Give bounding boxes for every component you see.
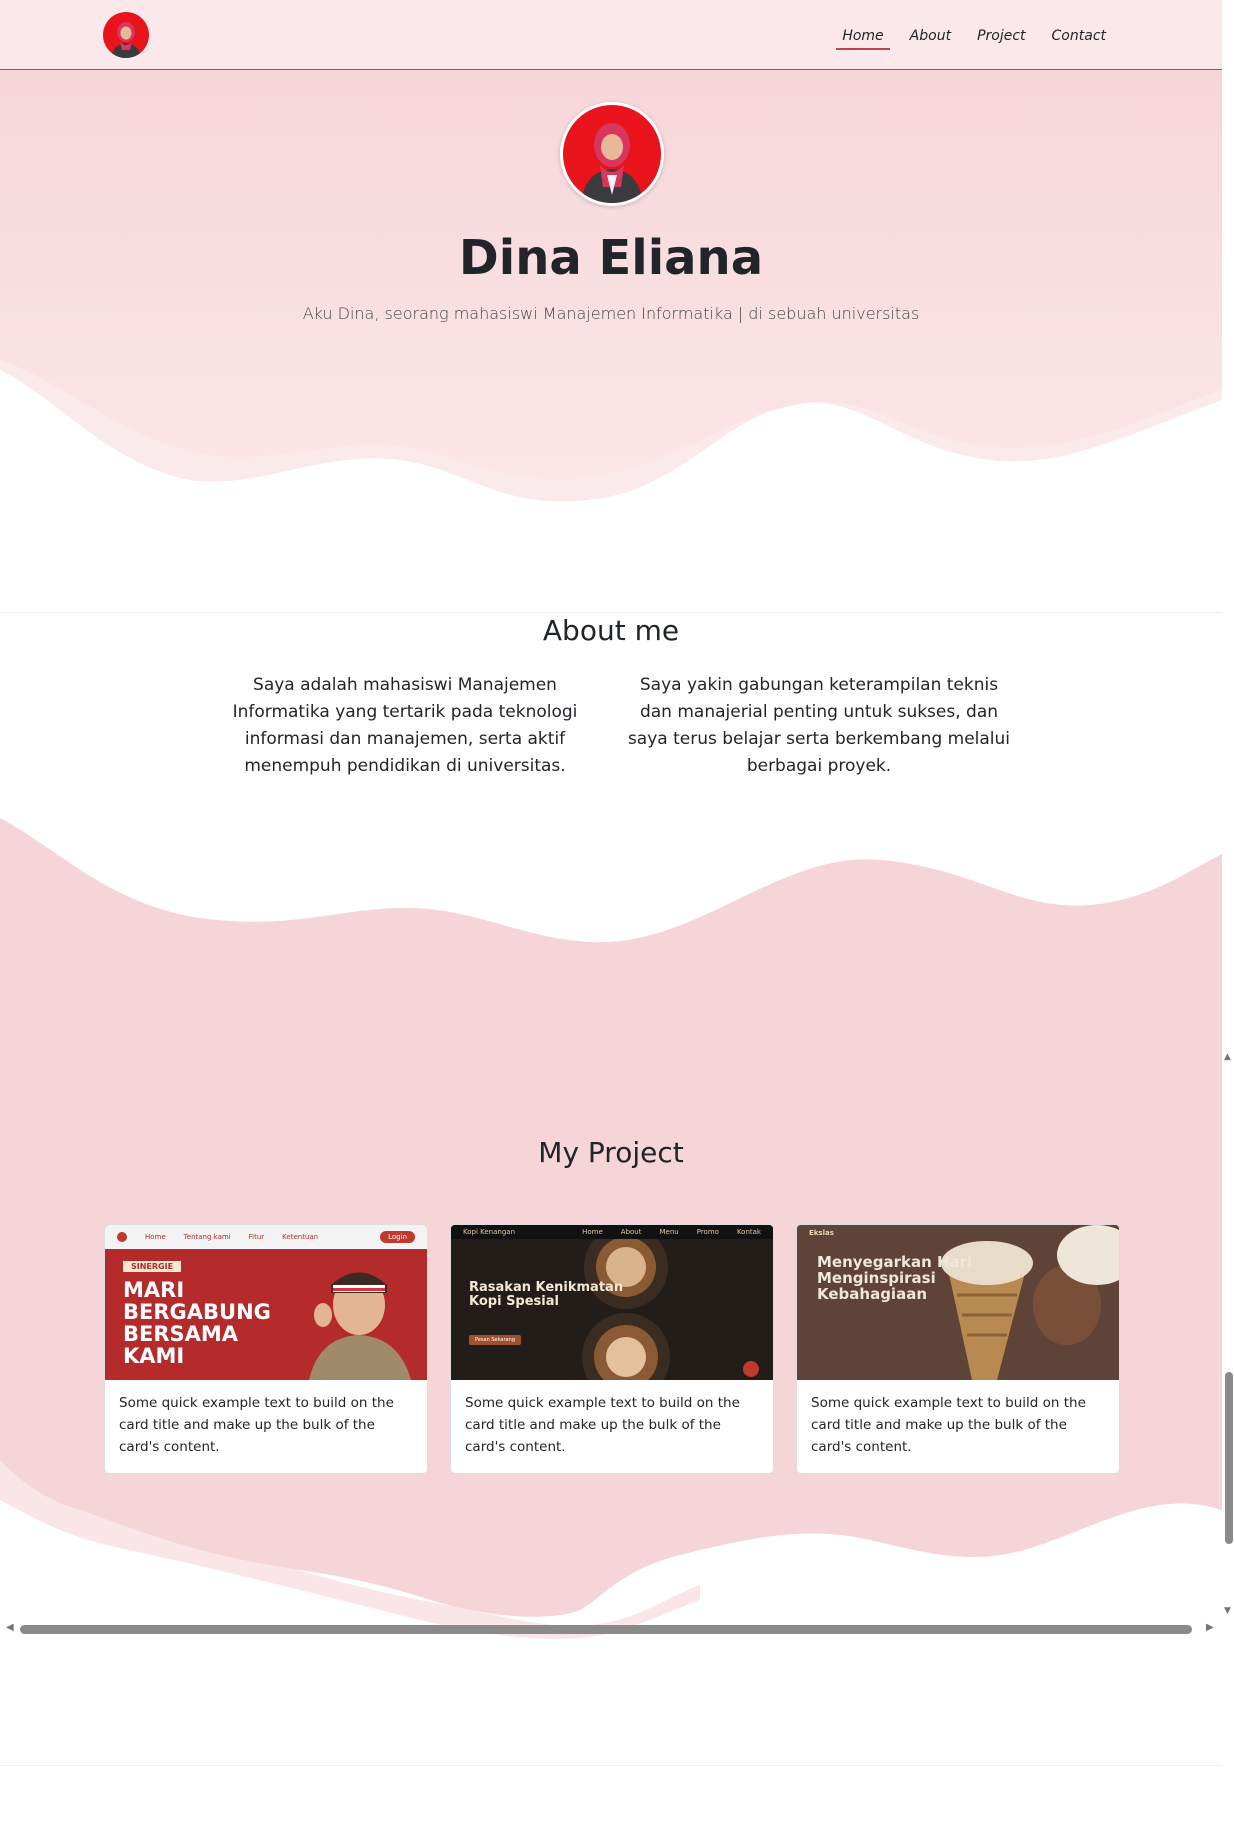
preview-nav-item: Menu xyxy=(659,1228,679,1236)
hero-name: Dina Eliana xyxy=(458,230,764,286)
horizontal-scrollbar-thumb[interactable] xyxy=(20,1625,1192,1634)
preview-logo-icon xyxy=(117,1232,127,1242)
nav-project[interactable]: Project xyxy=(971,26,1031,50)
project-card-3[interactable]: Ekslas Menyegarkan Hari Menginspirasi Ke… xyxy=(796,1224,1120,1474)
preview-headline: Menyegarkan Hari Menginspirasi Kebahagia… xyxy=(817,1253,973,1303)
about-text-right: Saya yakin gabungan keterampilan teknis … xyxy=(627,675,1011,776)
scroll-left-arrow-icon[interactable]: ◀ xyxy=(6,1622,14,1633)
preview-nav-item: Fitur xyxy=(248,1233,265,1241)
preview-login-button: Login xyxy=(380,1231,415,1243)
avatar-image xyxy=(103,12,149,58)
preview-navbar: Kopi Kenangan Home About Menu Promo Kont… xyxy=(451,1225,773,1239)
vertical-scrollbar-thumb[interactable] xyxy=(1225,1372,1233,1544)
project-image-2[interactable]: Kopi Kenangan Home About Menu Promo Kont… xyxy=(451,1225,773,1380)
project-card-text-1: Some quick example text to build on the … xyxy=(119,1395,394,1455)
about-title: About me xyxy=(542,614,680,647)
project-card-text-3: Some quick example text to build on the … xyxy=(811,1395,1086,1455)
project-title: My Project xyxy=(538,1136,684,1169)
project-image-1[interactable]: Home Tentang kami Fitur Ketentuan Login … xyxy=(105,1225,427,1380)
preview-nav-item: Promo xyxy=(696,1228,719,1236)
preview-badge: SINERGIE xyxy=(123,1261,182,1272)
preview-nav-item: Ketentuan xyxy=(282,1233,319,1241)
nav-contact[interactable]: Contact xyxy=(1046,26,1112,50)
preview-nav-item: Kontak xyxy=(736,1228,761,1236)
footer-divider xyxy=(0,1765,1222,1766)
nav-home[interactable]: Home xyxy=(836,26,890,50)
project-card-1[interactable]: Home Tentang kami Fitur Ketentuan Login … xyxy=(104,1224,428,1474)
preview-nav-item: Tentang kami xyxy=(183,1233,231,1241)
about-text-left: Saya adalah mahasiswi Manajemen Informat… xyxy=(232,675,578,776)
hero-subtitle: Aku Dina, seorang mahasiswi Manajemen In… xyxy=(302,304,920,323)
project-card-2[interactable]: Kopi Kenangan Home About Menu Promo Kont… xyxy=(450,1224,774,1474)
preview-headline: MARI BERGABUNG BERSAMA KAMI xyxy=(123,1278,271,1369)
preview-coffee-image xyxy=(451,1239,773,1380)
preview-navbar: Ekslas xyxy=(797,1225,1119,1241)
preview-headline: Rasakan Kenikmatan Kopi Spesial xyxy=(469,1280,624,1309)
brand-avatar[interactable] xyxy=(103,12,149,58)
preview-nav-item: Home xyxy=(145,1233,166,1241)
nav-links: Home About Project Contact xyxy=(836,26,1112,50)
section-divider xyxy=(0,612,1222,613)
preview-icecream-image xyxy=(797,1225,1119,1380)
preview-nav-item: Home xyxy=(582,1228,603,1236)
preview-nav-item: About xyxy=(620,1228,642,1236)
preview-order-button: Pesan Sekarang xyxy=(469,1335,521,1345)
navbar: Home About Project Contact xyxy=(0,0,1222,70)
preview-brand: Kopi Kenangan xyxy=(463,1228,516,1236)
profile-photo xyxy=(560,102,664,206)
scroll-right-arrow-icon[interactable]: ▶ xyxy=(1206,1622,1214,1633)
nav-about[interactable]: About xyxy=(904,26,957,50)
scroll-up-arrow-icon[interactable]: ▲ xyxy=(1224,1052,1231,1062)
project-card-text-2: Some quick example text to build on the … xyxy=(465,1395,740,1455)
preview-person-image xyxy=(309,1272,411,1380)
scroll-down-arrow-icon[interactable]: ▼ xyxy=(1224,1606,1231,1616)
preview-brand: Ekslas xyxy=(809,1229,834,1237)
project-image-3[interactable]: Ekslas Menyegarkan Hari Menginspirasi Ke… xyxy=(797,1225,1119,1380)
preview-navbar: Home Tentang kami Fitur Ketentuan Login xyxy=(105,1225,427,1249)
